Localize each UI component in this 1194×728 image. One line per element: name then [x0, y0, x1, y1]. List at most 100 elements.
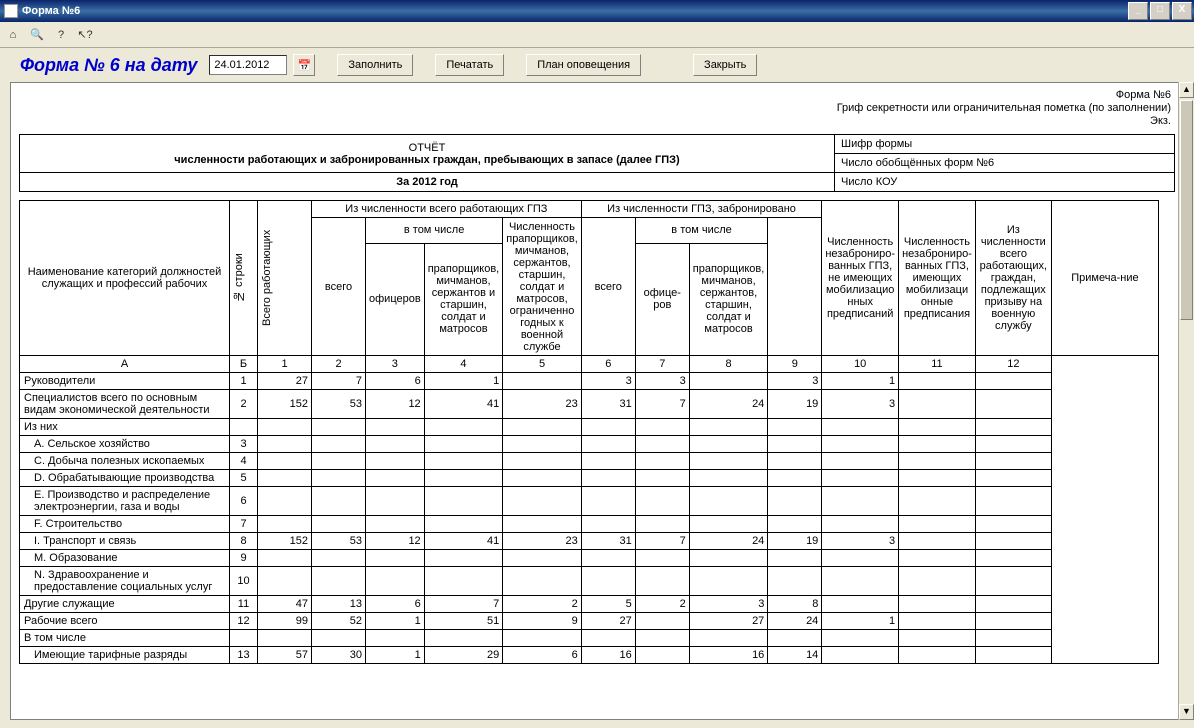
- data-cell[interactable]: 29: [424, 647, 503, 664]
- plan-button[interactable]: План оповещения: [526, 54, 641, 76]
- data-cell[interactable]: [503, 567, 582, 596]
- data-cell[interactable]: [635, 470, 689, 487]
- help-icon[interactable]: ?: [52, 26, 70, 44]
- data-cell[interactable]: [503, 453, 582, 470]
- data-cell[interactable]: [768, 550, 822, 567]
- data-cell[interactable]: [899, 533, 976, 550]
- data-cell[interactable]: 19: [768, 533, 822, 550]
- data-cell[interactable]: [258, 516, 312, 533]
- data-cell[interactable]: [581, 470, 635, 487]
- data-cell[interactable]: [689, 419, 768, 436]
- data-cell[interactable]: [581, 516, 635, 533]
- data-cell[interactable]: 41: [424, 390, 503, 419]
- data-cell[interactable]: [581, 436, 635, 453]
- data-cell[interactable]: [581, 419, 635, 436]
- data-cell[interactable]: [424, 630, 503, 647]
- table-row[interactable]: N. Здравоохранение и предоставление соци…: [20, 567, 1159, 596]
- data-cell[interactable]: [424, 487, 503, 516]
- data-cell[interactable]: 31: [581, 390, 635, 419]
- data-cell[interactable]: [822, 647, 899, 664]
- calendar-button[interactable]: 📅: [293, 54, 315, 76]
- data-cell[interactable]: [899, 550, 976, 567]
- data-cell[interactable]: [258, 567, 312, 596]
- data-cell[interactable]: [503, 630, 582, 647]
- data-cell[interactable]: 3: [822, 533, 899, 550]
- data-cell[interactable]: 12: [366, 390, 425, 419]
- data-cell[interactable]: [635, 613, 689, 630]
- data-cell[interactable]: [424, 419, 503, 436]
- data-cell[interactable]: 52: [312, 613, 366, 630]
- data-cell[interactable]: [635, 436, 689, 453]
- data-cell[interactable]: [768, 436, 822, 453]
- data-cell[interactable]: [258, 630, 312, 647]
- data-cell[interactable]: 24: [768, 613, 822, 630]
- data-cell[interactable]: 1: [822, 373, 899, 390]
- data-cell[interactable]: [822, 550, 899, 567]
- data-cell[interactable]: [503, 516, 582, 533]
- data-cell[interactable]: 3: [689, 596, 768, 613]
- data-cell[interactable]: [899, 373, 976, 390]
- data-cell[interactable]: [503, 436, 582, 453]
- data-cell[interactable]: 53: [312, 390, 366, 419]
- data-cell[interactable]: [424, 567, 503, 596]
- data-cell[interactable]: [975, 516, 1051, 533]
- data-cell[interactable]: [366, 567, 425, 596]
- data-cell[interactable]: [975, 453, 1051, 470]
- data-cell[interactable]: [975, 630, 1051, 647]
- minimize-button[interactable]: _: [1128, 2, 1148, 20]
- data-cell[interactable]: 152: [258, 390, 312, 419]
- data-cell[interactable]: [768, 516, 822, 533]
- table-row[interactable]: M. Образование9: [20, 550, 1159, 567]
- data-cell[interactable]: [366, 516, 425, 533]
- data-cell[interactable]: [503, 487, 582, 516]
- data-cell[interactable]: [899, 487, 976, 516]
- data-cell[interactable]: [366, 487, 425, 516]
- data-cell[interactable]: [312, 470, 366, 487]
- data-cell[interactable]: [581, 630, 635, 647]
- table-row[interactable]: Руководители1277613331: [20, 373, 1159, 390]
- table-row[interactable]: Другие служащие1147136725238: [20, 596, 1159, 613]
- data-cell[interactable]: [258, 419, 312, 436]
- data-cell[interactable]: 3: [768, 373, 822, 390]
- data-cell[interactable]: 2: [635, 596, 689, 613]
- data-cell[interactable]: [975, 487, 1051, 516]
- data-cell[interactable]: [768, 567, 822, 596]
- data-cell[interactable]: [822, 516, 899, 533]
- table-row[interactable]: C. Добыча полезных ископаемых4: [20, 453, 1159, 470]
- data-cell[interactable]: 16: [581, 647, 635, 664]
- data-cell[interactable]: [975, 436, 1051, 453]
- data-cell[interactable]: 1: [424, 373, 503, 390]
- data-cell[interactable]: 19: [768, 390, 822, 419]
- data-cell[interactable]: [822, 453, 899, 470]
- data-cell[interactable]: 16: [689, 647, 768, 664]
- data-cell[interactable]: [424, 436, 503, 453]
- data-cell[interactable]: 3: [635, 373, 689, 390]
- data-cell[interactable]: [899, 453, 976, 470]
- data-cell[interactable]: [503, 470, 582, 487]
- data-cell[interactable]: [822, 567, 899, 596]
- table-row[interactable]: Специалистов всего по основным видам эко…: [20, 390, 1159, 419]
- data-cell[interactable]: [689, 630, 768, 647]
- data-cell[interactable]: [975, 613, 1051, 630]
- data-cell[interactable]: 6: [503, 647, 582, 664]
- data-cell[interactable]: [366, 550, 425, 567]
- data-cell[interactable]: [312, 567, 366, 596]
- data-cell[interactable]: [899, 390, 976, 419]
- data-cell[interactable]: [258, 470, 312, 487]
- data-cell[interactable]: [366, 436, 425, 453]
- data-cell[interactable]: [899, 436, 976, 453]
- data-cell[interactable]: [975, 390, 1051, 419]
- data-cell[interactable]: [899, 516, 976, 533]
- data-cell[interactable]: [424, 516, 503, 533]
- data-cell[interactable]: 1: [366, 613, 425, 630]
- table-row[interactable]: E. Производство и распределение электроэ…: [20, 487, 1159, 516]
- data-cell[interactable]: 51: [424, 613, 503, 630]
- data-cell[interactable]: 53: [312, 533, 366, 550]
- data-cell[interactable]: [822, 436, 899, 453]
- data-cell[interactable]: 99: [258, 613, 312, 630]
- data-cell[interactable]: [899, 419, 976, 436]
- data-cell[interactable]: [975, 647, 1051, 664]
- data-cell[interactable]: 41: [424, 533, 503, 550]
- data-cell[interactable]: 9: [503, 613, 582, 630]
- data-cell[interactable]: [635, 419, 689, 436]
